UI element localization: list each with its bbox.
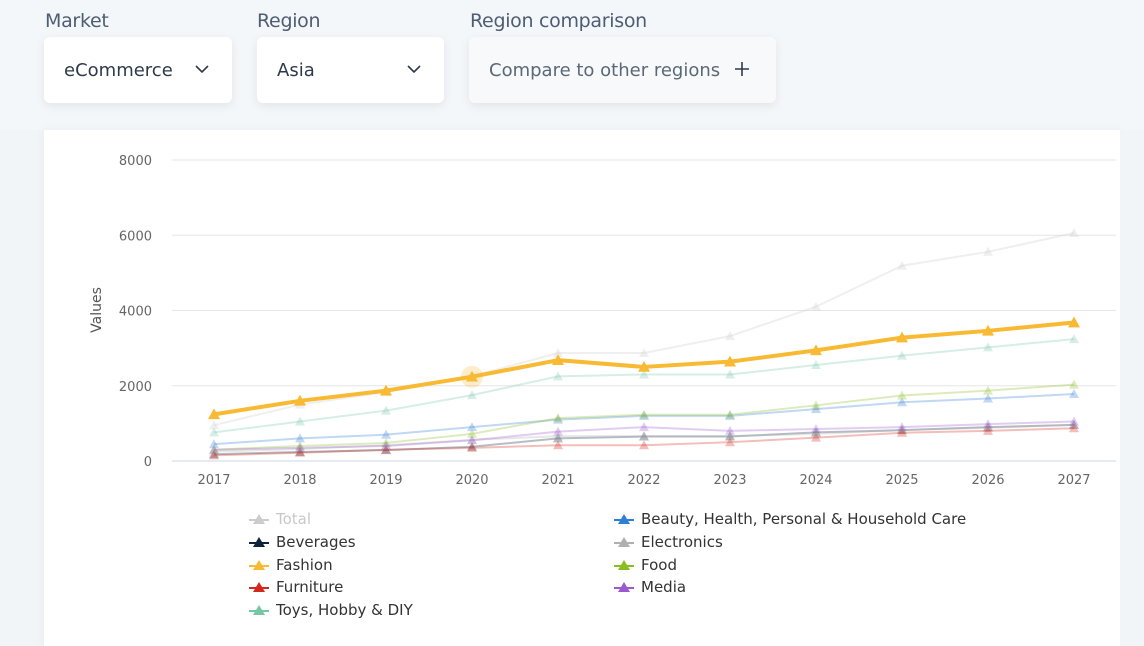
legend-label: Fashion [276,556,333,574]
x-axis-ticks: 2017 2018 2019 2020 2021 2022 2023 2024 2025 2026… [197,473,1090,488]
y-tick-label: 2000 [119,380,152,395]
x-tick-label: 2021 [541,473,574,488]
y-tick-label: 8000 [119,154,152,169]
legend-label: Media [641,578,687,596]
legend-label: Beauty, Health, Personal & Household Car… [641,510,967,528]
x-tick-label: 2022 [627,473,660,488]
legend-item[interactable]: Media [613,578,686,596]
y-axis-label: Values [89,287,105,333]
x-tick-label: 2026 [971,473,1004,488]
series-total[interactable] [209,227,1079,430]
data-point[interactable] [1069,227,1079,237]
legend-label: Beverages [276,533,356,551]
triangle-marker-icon [249,560,269,570]
triangle-marker-icon [249,514,269,524]
legend-label: Toys, Hobby & DIY [276,601,413,619]
series-fashion[interactable] [208,316,1080,420]
x-tick-label: 2017 [197,473,230,488]
triangle-marker-icon [614,582,634,592]
legend-label: Electronics [641,533,723,551]
triangle-marker-icon [614,514,634,524]
legend-label: Total [276,510,312,528]
triangle-marker-icon [249,605,269,615]
triangle-marker-icon [614,560,634,570]
legend-label: Furniture [276,578,344,596]
line-chart: 02000400060008000 2017 2018 2019 2020 2021 20… [89,154,1116,488]
legend-item[interactable]: Food [613,556,677,574]
x-tick-label: 2024 [799,473,832,488]
y-tick-label: 0 [144,455,152,470]
series-group [208,227,1080,460]
x-tick-label: 2025 [885,473,918,488]
y-tick-label: 4000 [119,305,152,320]
legend-label: Food [641,556,677,574]
legend-item[interactable]: Total [248,510,311,528]
legend-item[interactable]: Furniture [248,578,343,596]
data-point[interactable] [811,301,821,311]
x-tick-label: 2023 [713,473,746,488]
legend-item[interactable]: Toys, Hobby & DIY [248,601,413,619]
y-axis-ticks: 0 2000 4000 6000 8000 [119,154,152,470]
triangle-marker-icon [249,537,269,547]
legend-item[interactable]: Fashion [248,556,333,574]
legend-item[interactable]: Beverages [248,533,356,551]
x-tick-label: 2020 [455,473,488,488]
triangle-marker-icon [249,582,269,592]
legend-item[interactable]: Electronics [613,533,723,551]
x-tick-label: 2018 [283,473,316,488]
x-tick-label: 2027 [1057,473,1090,488]
y-tick-label: 6000 [119,229,152,244]
triangle-marker-icon [614,537,634,547]
x-tick-label: 2019 [369,473,402,488]
legend-item[interactable]: Beauty, Health, Personal & Household Car… [613,510,966,528]
